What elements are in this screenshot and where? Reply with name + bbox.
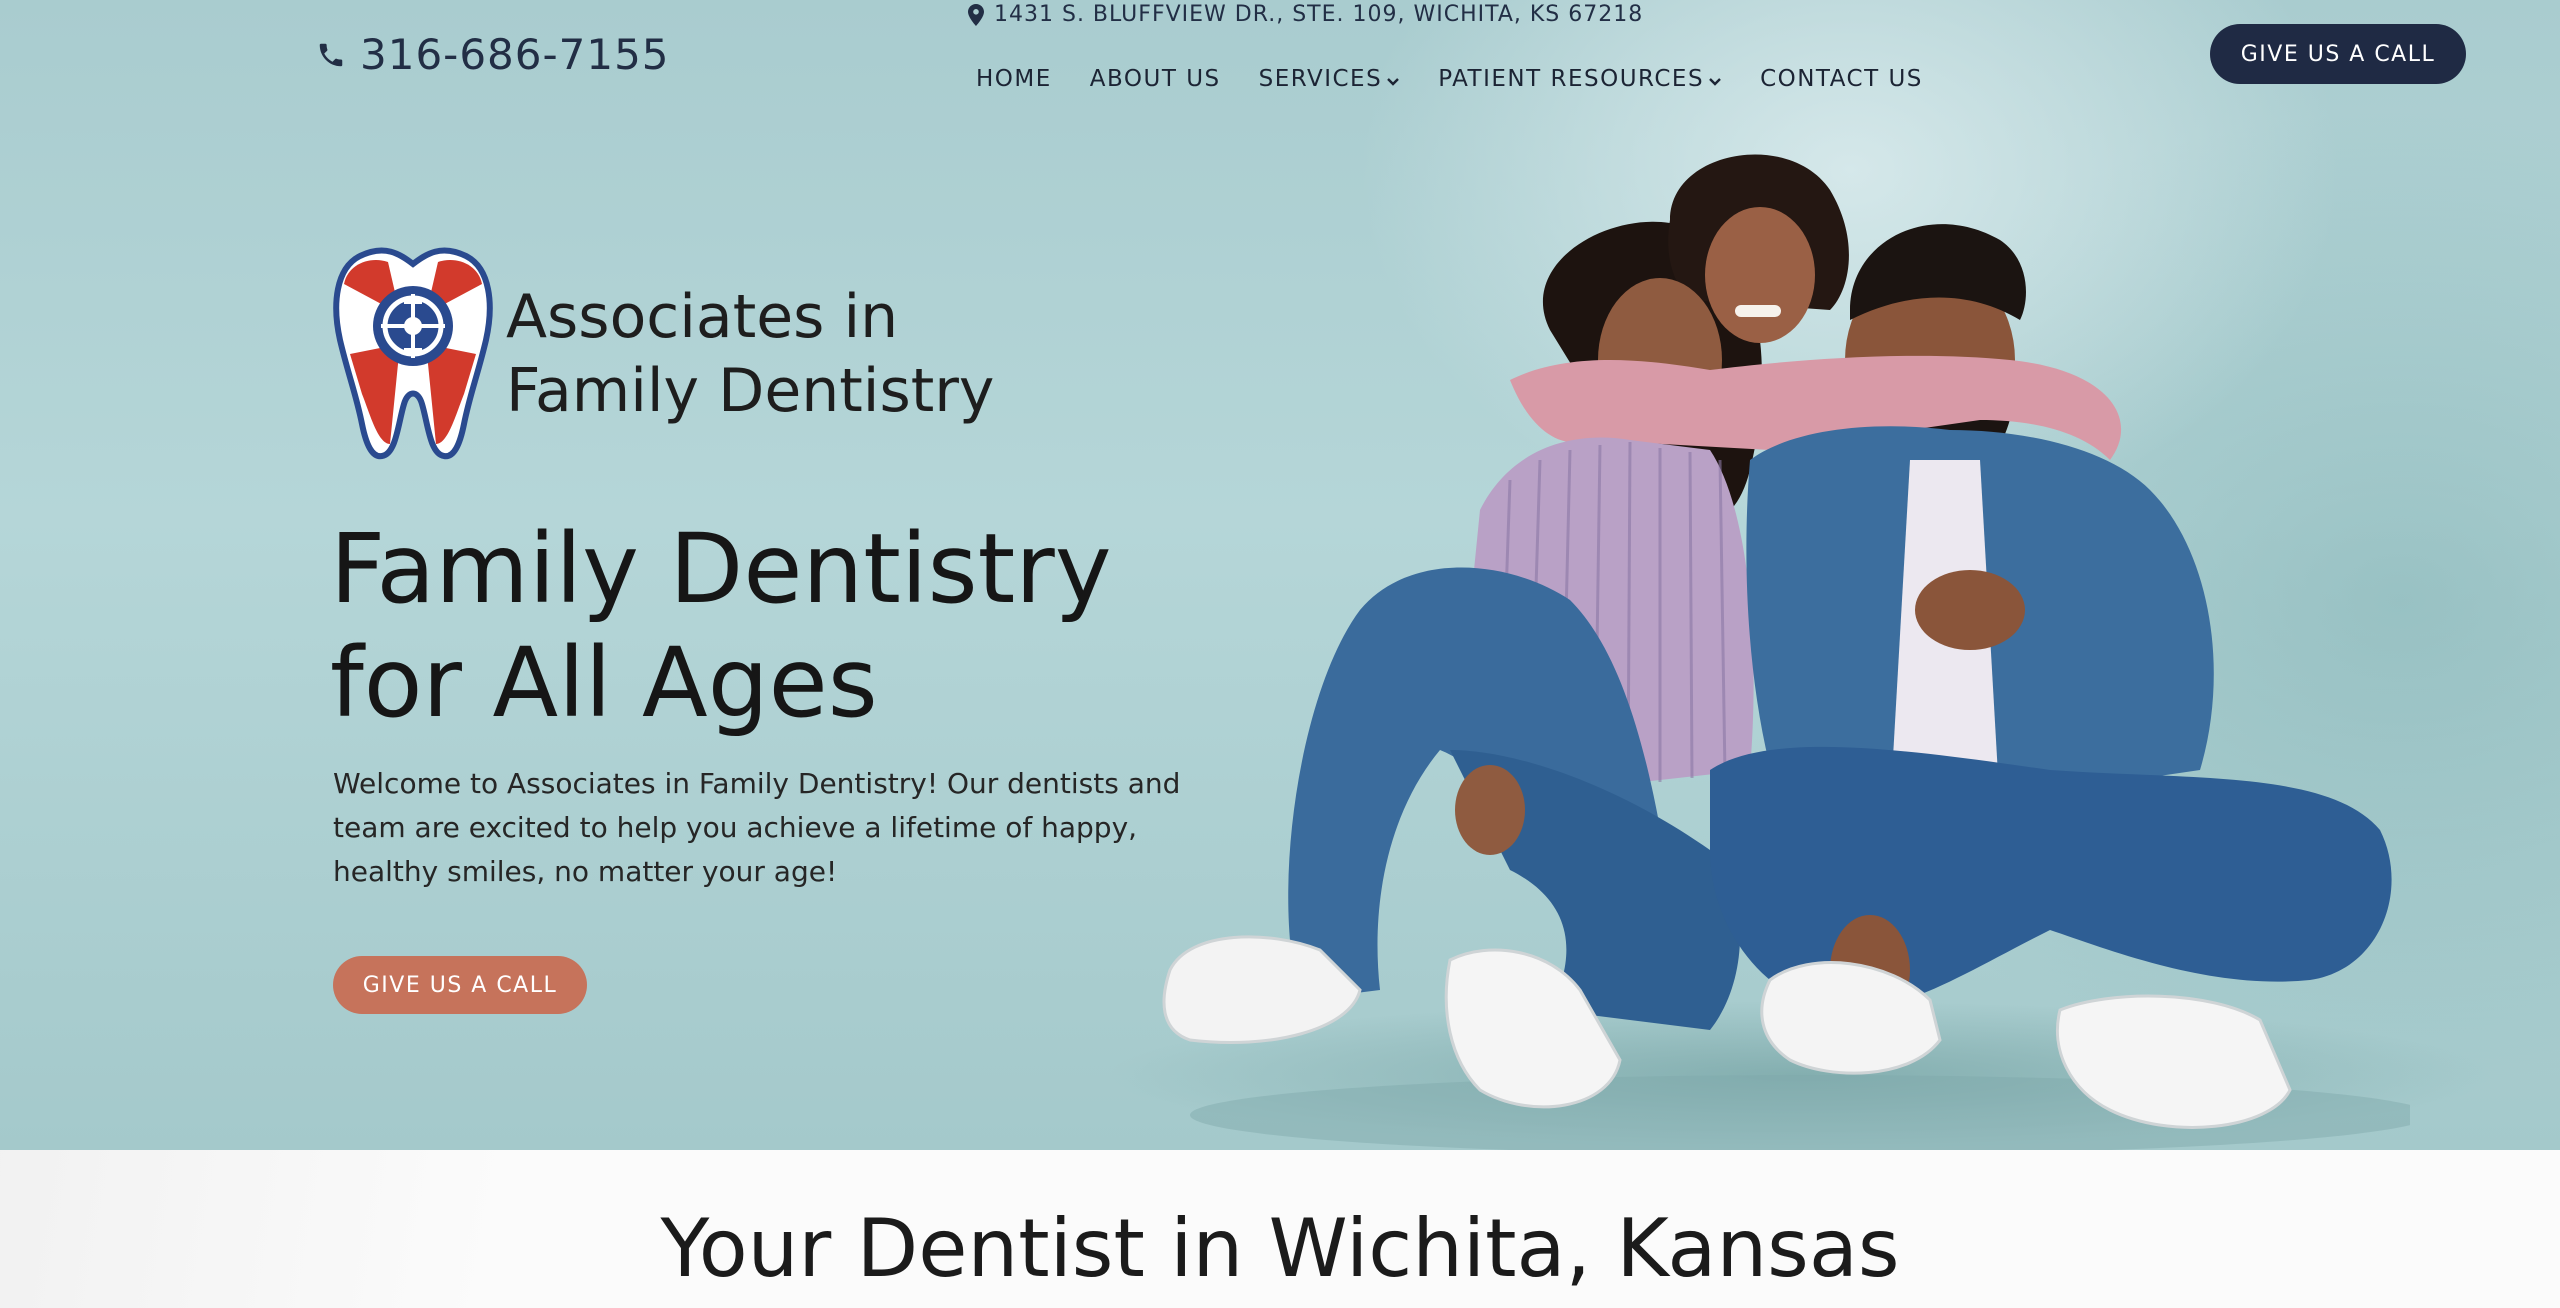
intro-section: Your Dentist in Wichita, Kansas (0, 1150, 2560, 1308)
header-address[interactable]: 1431 S. BLUFFVIEW DR., STE. 109, WICHITA… (968, 2, 1643, 27)
header-call-button[interactable]: GIVE US A CALL (2210, 24, 2466, 84)
chevron-down-icon (1387, 78, 1400, 86)
hero-headline: Family Dentistry for All Ages (330, 512, 1112, 740)
tooth-logo-icon (333, 247, 493, 460)
nav-about-us[interactable]: ABOUT US (1090, 66, 1221, 92)
nav-contact-us-label: CONTACT US (1760, 66, 1923, 92)
site-logo[interactable]: Associates in Family Dentistry (330, 244, 994, 460)
section-title: Your Dentist in Wichita, Kansas (660, 1202, 1900, 1295)
nav-home-label: HOME (976, 66, 1052, 92)
headline-line-2: for All Ages (330, 627, 878, 739)
chevron-down-icon (1709, 78, 1721, 86)
phone-icon (319, 43, 343, 66)
header-phone[interactable]: 316-686-7155 (316, 30, 670, 79)
nav-patient-resources[interactable]: PATIENT RESOURCES (1438, 66, 1722, 92)
logo-text: Associates in Family Dentistry (506, 280, 994, 428)
hero-call-button[interactable]: GIVE US A CALL (333, 956, 587, 1014)
headline-line-1: Family Dentistry (330, 513, 1112, 625)
family-photo (1162, 154, 2410, 1150)
address-text[interactable]: 1431 S. BLUFFVIEW DR., STE. 109, WICHITA… (994, 2, 1643, 27)
nav-home[interactable]: HOME (976, 66, 1052, 92)
nav-services-label: SERVICES (1258, 66, 1383, 92)
phone-number[interactable]: 316-686-7155 (360, 30, 670, 79)
logo-line-2: Family Dentistry (506, 356, 995, 426)
hero-section: 316-686-7155 1431 S. BLUFFVIEW DR., STE.… (0, 0, 2560, 1150)
nav-patient-resources-label: PATIENT RESOURCES (1438, 66, 1705, 92)
nav-contact-us[interactable]: CONTACT US (1760, 66, 1923, 92)
map-pin-icon (968, 3, 984, 26)
welcome-text: Welcome to Associates in Family Dentistr… (333, 767, 1181, 888)
logo-line-1: Associates in (506, 282, 899, 352)
nav-services[interactable]: SERVICES (1259, 66, 1401, 92)
main-nav: HOME ABOUT US SERVICES PATIENT RESOURCES… (976, 66, 1923, 92)
nav-about-us-label: ABOUT US (1089, 66, 1221, 92)
